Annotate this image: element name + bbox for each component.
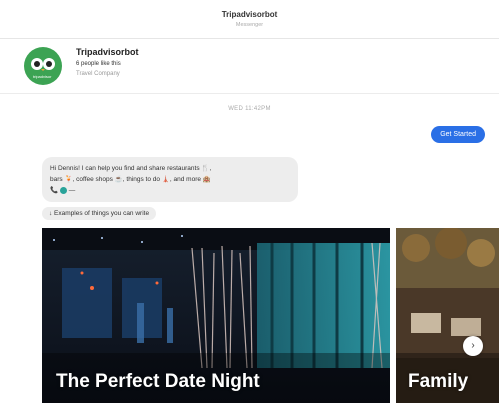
owl-logo-icon xyxy=(31,58,55,71)
bot-message-line: bars 🍹, coffee shops ☕, things to do 🗼, … xyxy=(50,176,211,183)
card-caption: Family xyxy=(408,371,469,392)
avatar-text: tripadvisor xyxy=(33,74,52,79)
carousel-next-button[interactable]: › xyxy=(463,336,483,356)
carousel-card[interactable]: Family xyxy=(396,228,499,403)
profile-likes: 6 people like this xyxy=(76,61,121,67)
carousel-card[interactable]: The Perfect Date Night xyxy=(42,228,390,403)
avatar[interactable]: tripadvisor xyxy=(24,47,62,85)
page-profile[interactable]: tripadvisor Tripadvisorbot 6 people like… xyxy=(0,39,499,94)
sent-message-bubble: Get Started xyxy=(431,126,485,143)
profile-name[interactable]: Tripadvisorbot xyxy=(76,47,139,57)
bot-message-bubble: Hi Dennis! I can help you find and share… xyxy=(42,157,298,202)
profile-category: Travel Company xyxy=(76,71,120,77)
phone-emoji: 📞 xyxy=(50,187,59,194)
bot-message-line: 📞 — xyxy=(50,185,290,196)
message-timestamp: WED 11:42PM xyxy=(228,106,271,112)
globe-icon xyxy=(59,186,67,194)
header-subtitle: Messenger xyxy=(235,22,264,28)
header-title: Tripadvisorbot xyxy=(221,10,278,19)
examples-quick-reply[interactable]: ↓ Examples of things you can write xyxy=(42,207,157,220)
bot-message-line: Hi Dennis! I can help you find and share… xyxy=(50,165,212,172)
conversation-header: Tripadvisorbot Messenger xyxy=(0,0,499,39)
card-caption: The Perfect Date Night xyxy=(56,371,260,392)
bot-message-tail: — xyxy=(68,187,76,194)
